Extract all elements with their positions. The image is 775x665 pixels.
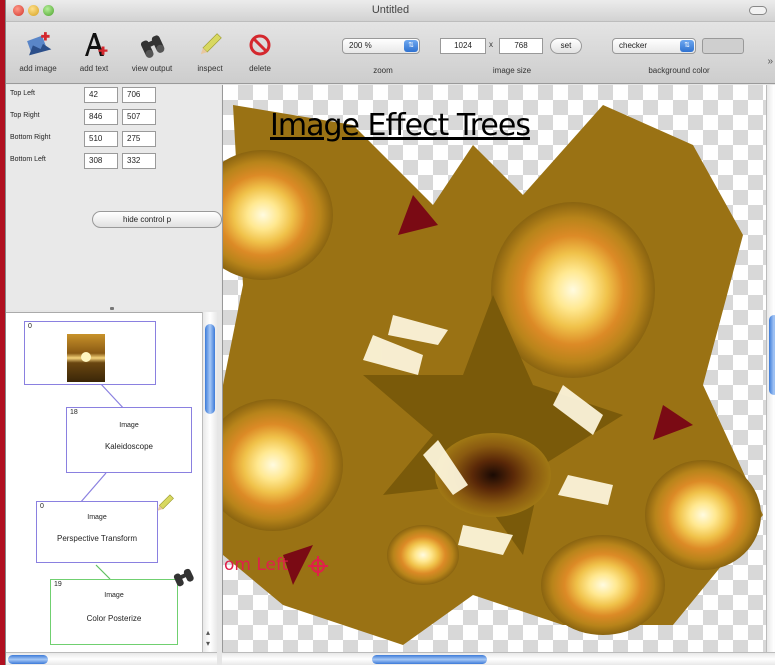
- node-name: Color Posterize: [86, 614, 142, 623]
- pencil-icon[interactable]: [154, 493, 176, 520]
- add-image-button[interactable]: add image: [10, 28, 66, 73]
- image-width-input[interactable]: 1024: [440, 38, 486, 54]
- zoom-label: zoom: [373, 66, 393, 75]
- delete-icon: [232, 28, 288, 62]
- bottom-right-y-input[interactable]: 275: [122, 131, 156, 147]
- add-text-label: add text: [79, 64, 109, 73]
- top-right-x-input[interactable]: 846: [84, 109, 118, 125]
- zoom-select[interactable]: 200 % ⇅: [342, 38, 420, 54]
- delete-label: delete: [249, 64, 271, 73]
- color-well[interactable]: [702, 38, 744, 54]
- effect-tree-panel: 0 18 Image Kaleidoscope 0 Image Perspect…: [6, 312, 202, 652]
- view-output-label: view output: [131, 64, 173, 73]
- canvas-horizontal-scrollbar[interactable]: [222, 652, 775, 665]
- delete-button[interactable]: delete: [232, 28, 288, 73]
- tree-node-kaleidoscope[interactable]: 18 Image Kaleidoscope: [66, 407, 192, 473]
- tree-scroll-thumb[interactable]: [205, 324, 215, 414]
- top-left-y-input[interactable]: 706: [122, 87, 156, 103]
- output-canvas[interactable]: [222, 85, 766, 652]
- select-arrows-icon: ⇅: [680, 40, 694, 52]
- window-title: Untitled: [371, 4, 410, 16]
- toolbar-toggle-button[interactable]: [749, 6, 767, 15]
- kaleidoscope-image: [223, 105, 763, 645]
- add-text-icon: [66, 28, 122, 62]
- image-size-label: image size: [492, 66, 532, 75]
- app-window: Untitled add image add text view output …: [5, 0, 775, 665]
- overlay-title: Image Effect Trees: [270, 108, 531, 143]
- set-size-button[interactable]: set: [550, 38, 582, 54]
- node-name: Kaleidoscope: [104, 442, 154, 451]
- tree-node-perspective-transform[interactable]: 0 Image Perspective Transform: [36, 501, 158, 563]
- view-output-button[interactable]: view output: [124, 28, 180, 73]
- size-separator: x: [489, 40, 493, 49]
- bottom-left-handle-label: om Left: [224, 555, 289, 575]
- background-select[interactable]: checker ⇅: [612, 38, 696, 54]
- tree-horizontal-scrollbar[interactable]: [6, 652, 217, 665]
- top-right-y-input[interactable]: 507: [122, 109, 156, 125]
- inspect-label: inspect: [197, 64, 223, 73]
- scroll-down-arrow-icon[interactable]: ▾: [206, 639, 210, 648]
- bottom-left-x-input[interactable]: 308: [84, 153, 118, 169]
- title-bar: Untitled: [6, 0, 775, 22]
- add-image-label: add image: [19, 64, 57, 73]
- hide-control-panel-button[interactable]: hide control p: [92, 211, 222, 228]
- canvas-vertical-scrollbar[interactable]: [766, 85, 775, 652]
- canvas-hscroll-thumb[interactable]: [372, 655, 487, 664]
- tree-hscroll-thumb[interactable]: [8, 655, 48, 664]
- node-name: Perspective Transform: [56, 534, 138, 543]
- tree-node-source-image[interactable]: 0: [24, 321, 156, 385]
- tree-vertical-scrollbar[interactable]: ▴ ▾: [202, 312, 217, 652]
- binoculars-icon[interactable]: [172, 567, 196, 594]
- add-text-button[interactable]: add text: [66, 28, 122, 73]
- bottom-left-y-input[interactable]: 332: [122, 153, 156, 169]
- select-arrows-icon: ⇅: [404, 40, 418, 52]
- crosshair-handle-icon[interactable]: [308, 556, 328, 576]
- inspect-button[interactable]: inspect: [182, 28, 238, 73]
- splitter-handle[interactable]: [110, 307, 114, 310]
- bottom-right-x-input[interactable]: 510: [84, 131, 118, 147]
- canvas-scroll-thumb[interactable]: [769, 315, 775, 395]
- toolbar: add image add text view output inspect d…: [6, 22, 775, 84]
- tree-node-color-posterize[interactable]: 19 Image Color Posterize: [50, 579, 178, 645]
- binoculars-icon: [124, 28, 180, 62]
- background-color-label: background color: [648, 66, 710, 75]
- scroll-up-arrow-icon[interactable]: ▴: [206, 628, 210, 637]
- source-image-thumbnail: [67, 334, 105, 382]
- top-left-x-input[interactable]: 42: [84, 87, 118, 103]
- image-height-input[interactable]: 768: [499, 38, 543, 54]
- pencil-icon: [182, 28, 238, 62]
- inspector-panel: Top Left 42 706 Top Right 846 507 Bottom…: [6, 85, 222, 310]
- overflow-chevron-icon[interactable]: »: [767, 56, 773, 67]
- add-image-icon: [10, 28, 66, 62]
